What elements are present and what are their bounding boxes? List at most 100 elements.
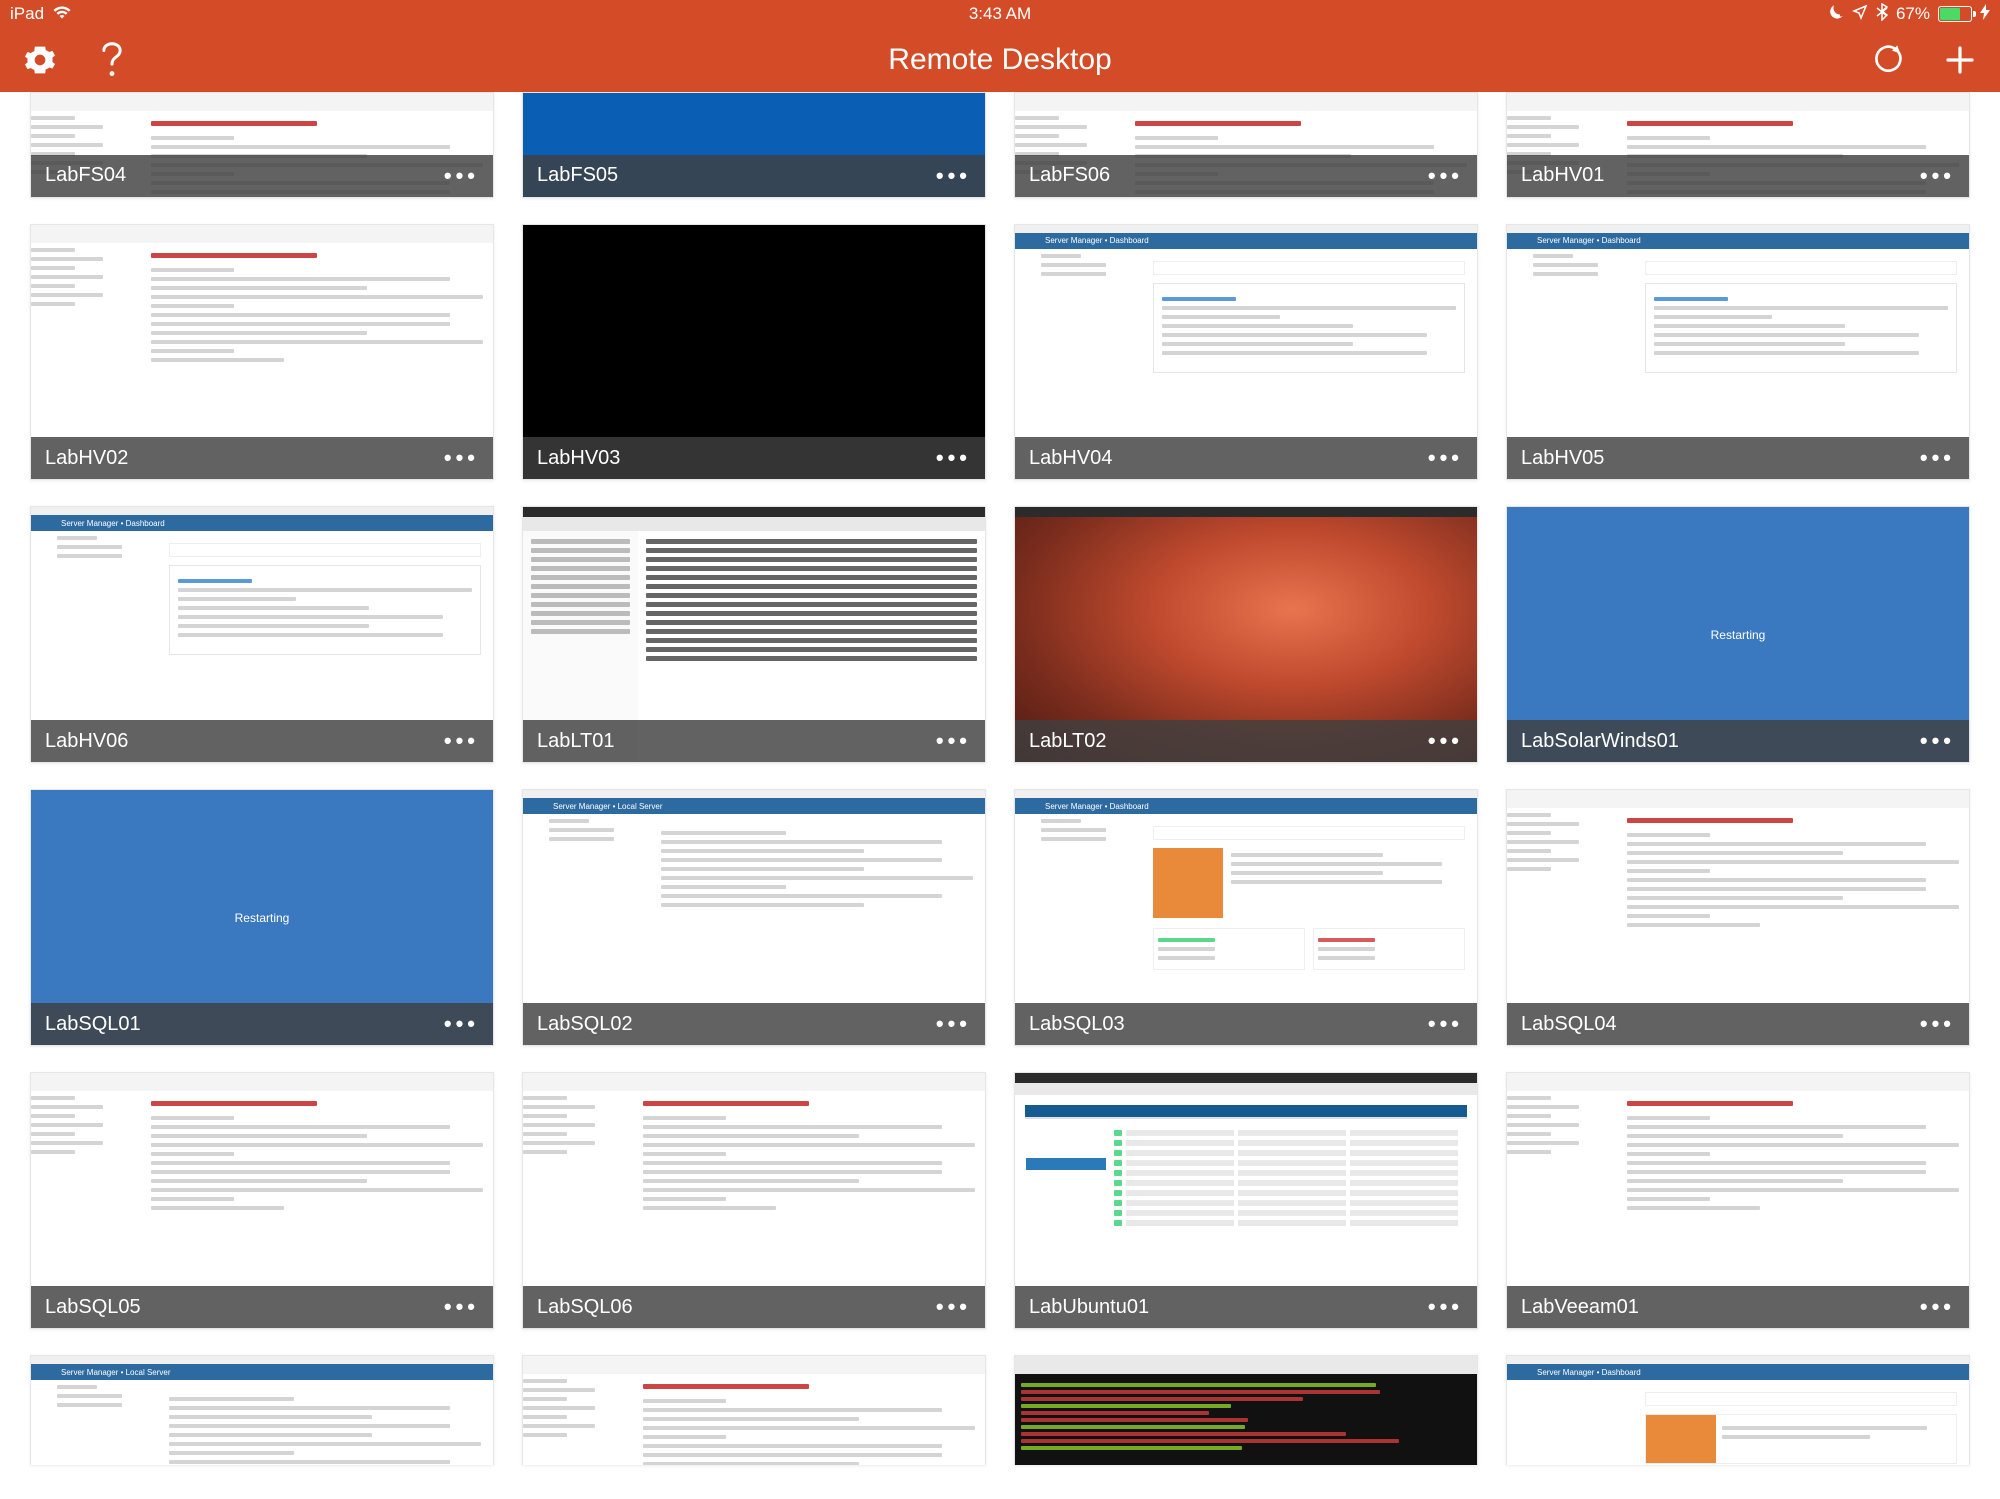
tile-more-button[interactable]: ••• <box>1920 1294 1955 1320</box>
tile-more-button[interactable]: ••• <box>1920 728 1955 754</box>
tile-more-button[interactable]: ••• <box>444 728 479 754</box>
tile-more-button[interactable]: ••• <box>1920 163 1955 189</box>
connection-tile[interactable]: Server Manager • Dashboard LabHV06 ••• <box>30 506 494 763</box>
tile-more-button[interactable]: ••• <box>444 163 479 189</box>
connection-tile[interactable]: LabSQL06 ••• <box>522 1072 986 1329</box>
tile-label: LabHV03 <box>537 447 620 470</box>
tile-label: LabHV04 <box>1029 447 1112 470</box>
battery-fill <box>1940 8 1960 20</box>
tile-label: LabSQL04 <box>1521 1013 1617 1036</box>
tile-label: LabFS06 <box>1029 164 1110 187</box>
tile-footer: LabFS04 ••• <box>31 155 493 197</box>
charging-icon <box>1980 4 1990 25</box>
settings-button[interactable] <box>24 44 56 76</box>
tile-label: LabVeeam01 <box>1521 1296 1639 1319</box>
tile-label: LabLT01 <box>537 730 614 753</box>
tile-label: LabSQL02 <box>537 1013 633 1036</box>
connection-tile[interactable]: Server Manager • Local Server <box>30 1355 494 1465</box>
connection-tile[interactable]: LabHV02 ••• <box>30 224 494 481</box>
tile-label: LabLT02 <box>1029 730 1106 753</box>
refresh-button[interactable] <box>1872 44 1904 76</box>
tile-label: LabSQL06 <box>537 1296 633 1319</box>
status-right: 67% <box>1828 3 1990 26</box>
tile-more-button[interactable]: ••• <box>1428 1294 1463 1320</box>
battery-icon <box>1938 6 1972 22</box>
connection-tile[interactable]: LabFS04 ••• <box>30 92 494 198</box>
tile-footer: LabFS06 ••• <box>1015 155 1477 197</box>
nav-left <box>24 44 128 76</box>
ios-status-bar: iPad 3:43 AM 67% <box>0 0 2000 28</box>
moon-icon <box>1828 4 1844 25</box>
tile-footer: LabSolarWinds01 ••• <box>1507 720 1969 762</box>
tile-footer: LabHV05 ••• <box>1507 437 1969 479</box>
connection-tile[interactable]: Restarting LabSolarWinds01 ••• <box>1506 506 1970 763</box>
tile-more-button[interactable]: ••• <box>936 1011 971 1037</box>
connection-tile[interactable]: LabFS06 ••• <box>1014 92 1478 198</box>
connection-tile[interactable]: LabUbuntu01 ••• <box>1014 1072 1478 1329</box>
tile-label: LabHV02 <box>45 447 128 470</box>
connection-tile[interactable]: LabHV03 ••• <box>522 224 986 481</box>
tile-footer: LabSQL01 ••• <box>31 1003 493 1045</box>
connection-tile[interactable]: Server Manager • Dashboard LabSQL03 ••• <box>1014 789 1478 1046</box>
tile-more-button[interactable]: ••• <box>444 1011 479 1037</box>
tile-footer: LabSQL03 ••• <box>1015 1003 1477 1045</box>
tile-footer: LabHV06 ••• <box>31 720 493 762</box>
connection-grid: LabFS04 ••• LabFS05 ••• LabFS06 ••• <box>0 92 2000 1495</box>
connection-tile[interactable]: LabFS05 ••• <box>522 92 986 198</box>
tile-more-button[interactable]: ••• <box>1428 163 1463 189</box>
tile-footer: LabSQL06 ••• <box>523 1286 985 1328</box>
tile-more-button[interactable]: ••• <box>936 728 971 754</box>
status-time: 3:43 AM <box>969 4 1031 24</box>
add-button[interactable] <box>1944 44 1976 76</box>
tile-footer: LabSQL04 ••• <box>1507 1003 1969 1045</box>
wifi-icon <box>52 4 72 24</box>
tile-footer: LabFS05 ••• <box>523 155 985 197</box>
device-label: iPad <box>10 4 44 24</box>
connection-tile[interactable]: LabSQL05 ••• <box>30 1072 494 1329</box>
tile-more-button[interactable]: ••• <box>444 445 479 471</box>
tile-footer: LabLT01 ••• <box>523 720 985 762</box>
connection-tile[interactable]: LabLT01 ••• <box>522 506 986 763</box>
connection-tile[interactable]: LabSQL04 ••• <box>1506 789 1970 1046</box>
tile-more-button[interactable]: ••• <box>444 1294 479 1320</box>
bluetooth-icon <box>1876 3 1888 26</box>
tile-footer: LabHV03 ••• <box>523 437 985 479</box>
connection-tile[interactable] <box>1014 1355 1478 1465</box>
connection-tile[interactable]: Server Manager • Local Server LabSQL02 •… <box>522 789 986 1046</box>
tile-label: LabHV01 <box>1521 164 1604 187</box>
tile-more-button[interactable]: ••• <box>1428 445 1463 471</box>
connection-tile[interactable]: Restarting LabSQL01 ••• <box>30 789 494 1046</box>
page-title: Remote Desktop <box>888 43 1111 77</box>
tile-footer: LabHV02 ••• <box>31 437 493 479</box>
tile-label: LabFS05 <box>537 164 618 187</box>
status-left: iPad <box>10 4 72 24</box>
connection-tile[interactable]: LabHV01 ••• <box>1506 92 1970 198</box>
connection-tile[interactable]: Server Manager • Dashboard LabHV05 ••• <box>1506 224 1970 481</box>
battery-pct: 67% <box>1896 4 1930 24</box>
nav-right <box>1872 44 1976 76</box>
tile-label: LabSQL01 <box>45 1013 141 1036</box>
tile-more-button[interactable]: ••• <box>1428 728 1463 754</box>
connection-tile[interactable]: LabLT02 ••• <box>1014 506 1478 763</box>
tile-label: LabUbuntu01 <box>1029 1296 1149 1319</box>
tile-more-button[interactable]: ••• <box>1428 1011 1463 1037</box>
connection-tile[interactable]: Server Manager • Dashboard <box>1506 1355 1970 1465</box>
tile-label: LabFS04 <box>45 164 126 187</box>
tile-footer: LabSQL05 ••• <box>31 1286 493 1328</box>
tile-label: LabSQL03 <box>1029 1013 1125 1036</box>
tile-label: LabSolarWinds01 <box>1521 730 1679 753</box>
tile-label: LabHV06 <box>45 730 128 753</box>
tile-more-button[interactable]: ••• <box>936 1294 971 1320</box>
connection-tile[interactable] <box>522 1355 986 1465</box>
connection-tile[interactable]: LabVeeam01 ••• <box>1506 1072 1970 1329</box>
tile-more-button[interactable]: ••• <box>936 163 971 189</box>
tile-footer: LabSQL02 ••• <box>523 1003 985 1045</box>
tile-footer: LabUbuntu01 ••• <box>1015 1286 1477 1328</box>
tile-label: LabSQL05 <box>45 1296 141 1319</box>
tile-more-button[interactable]: ••• <box>936 445 971 471</box>
tile-more-button[interactable]: ••• <box>1920 445 1955 471</box>
connection-tile[interactable]: Server Manager • Dashboard LabHV04 ••• <box>1014 224 1478 481</box>
tile-footer: LabLT02 ••• <box>1015 720 1477 762</box>
help-button[interactable] <box>96 44 128 76</box>
tile-more-button[interactable]: ••• <box>1920 1011 1955 1037</box>
